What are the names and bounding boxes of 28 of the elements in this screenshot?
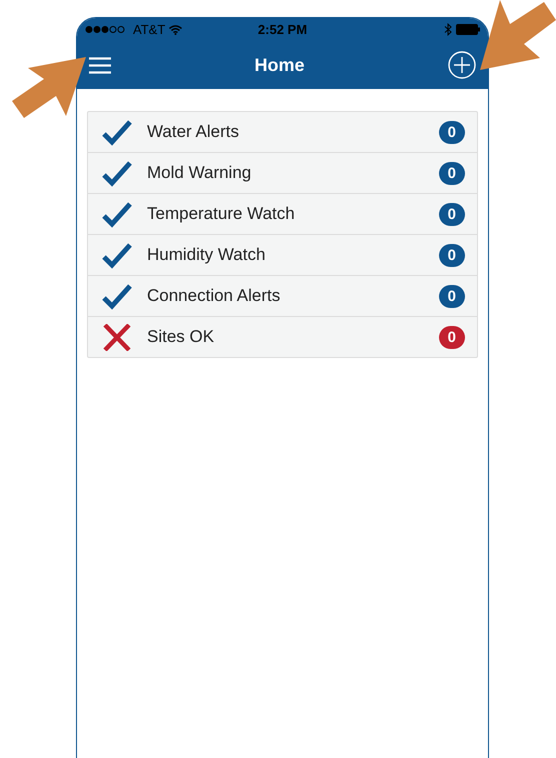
- item-label: Water Alerts: [147, 122, 240, 142]
- bluetooth-icon: [444, 23, 452, 36]
- item-label: Mold Warning: [147, 163, 252, 183]
- status-list-item[interactable]: Mold Warning 0: [88, 153, 477, 194]
- count-badge: 0: [438, 326, 465, 348]
- add-icon: [448, 51, 476, 79]
- status-time: 2:52 PM: [258, 22, 308, 37]
- screen-title: Home: [254, 54, 304, 76]
- wifi-icon: [169, 24, 182, 34]
- item-label: Connection Alerts: [147, 286, 282, 306]
- battery-icon: [456, 24, 480, 35]
- menu-icon: [89, 56, 111, 74]
- status-list-item[interactable]: Water Alerts 0: [88, 112, 477, 153]
- item-label: Sites OK: [147, 327, 216, 347]
- menu-button[interactable]: [87, 54, 113, 76]
- status-list-item[interactable]: Connection Alerts 0: [88, 276, 477, 317]
- status-list-item[interactable]: Sites OK 0: [88, 317, 477, 357]
- count-badge: 0: [438, 244, 465, 266]
- count-badge: 0: [438, 284, 465, 308]
- carrier-name: AT&T: [133, 22, 166, 37]
- status-list-item[interactable]: Temperature Watch 0: [88, 194, 477, 235]
- item-label: Temperature Watch: [147, 204, 296, 224]
- count-badge: 0: [438, 202, 465, 226]
- add-button[interactable]: [446, 49, 478, 81]
- item-label: Humidity Watch: [147, 245, 266, 265]
- status-list-item[interactable]: Humidity Watch 0: [88, 235, 477, 276]
- count-badge: 0: [438, 120, 465, 144]
- count-badge: 0: [438, 162, 465, 184]
